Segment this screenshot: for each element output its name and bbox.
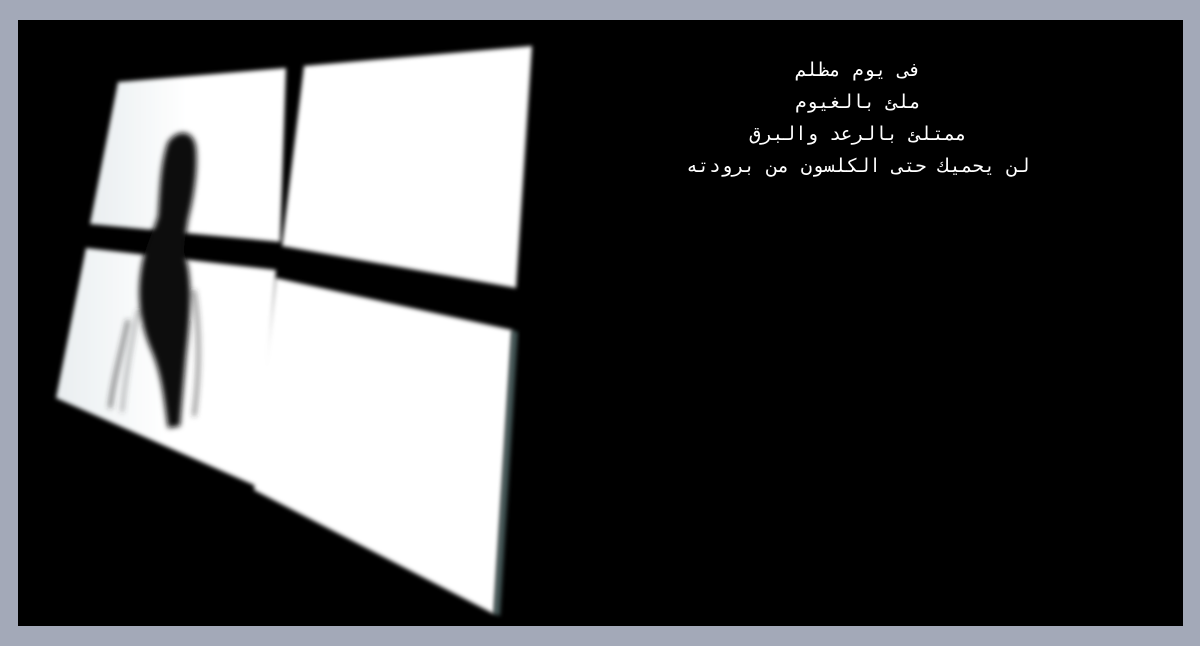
image-frame: فى يوم مظلم ملئ بالغيوم ممتلئ بالرعد وال…: [18, 20, 1183, 626]
poem-line-4: لن يحميك حتى الكلسون من برودته: [686, 155, 1030, 177]
poem-line-3: ممتلئ بالرعد والبرق: [749, 123, 967, 145]
poem-line-2: ملئ بالغيوم: [795, 91, 921, 113]
poem-text: فى يوم مظلم ملئ بالغيوم ممتلئ بالرعد وال…: [578, 54, 1138, 182]
window-pane-bottom-right: [254, 278, 512, 614]
poem-line-1: فى يوم مظلم: [795, 59, 921, 81]
window-pane-top-right: [282, 46, 532, 288]
